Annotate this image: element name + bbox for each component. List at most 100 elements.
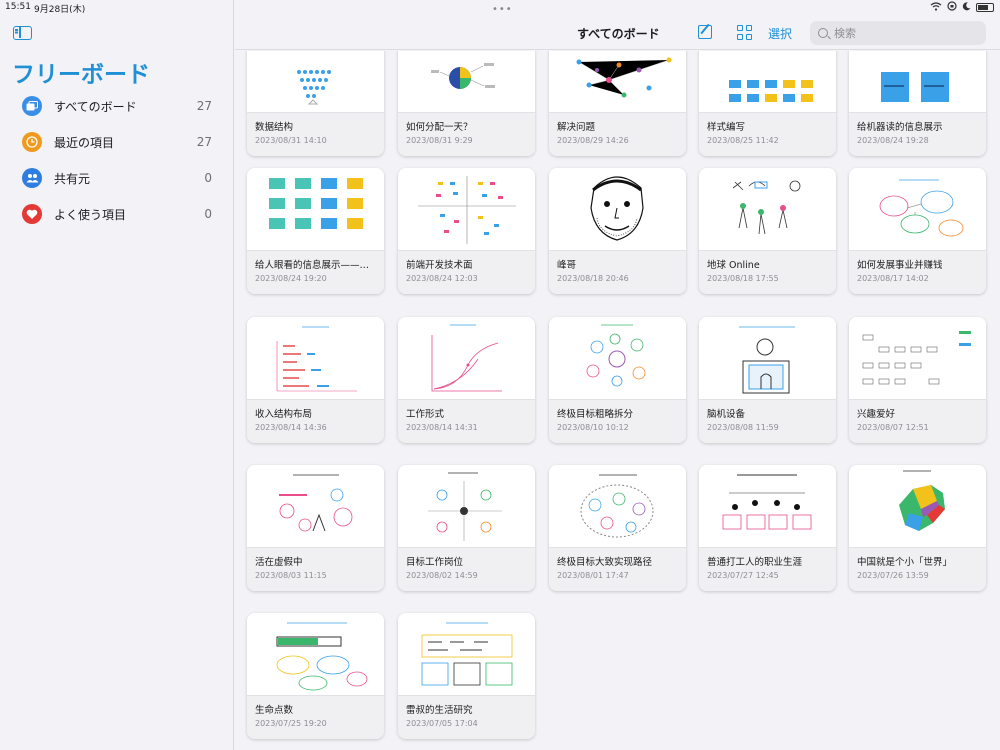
- board-date: 2023/08/14 14:31: [406, 423, 478, 432]
- board-card[interactable]: 地球 Online 2023/08/18 17:55: [699, 168, 836, 294]
- board-date: 2023/08/18 20:46: [557, 274, 629, 283]
- sidebar-item-label: よく使う項目: [54, 207, 127, 222]
- board-card[interactable]: 给机器读的信息展示 2023/08/24 19:28: [849, 51, 986, 156]
- sidebar-item-favorites[interactable]: よく使う項目 0: [0, 196, 234, 232]
- board-thumbnail: [549, 51, 686, 112]
- select-button[interactable]: 選択: [768, 25, 792, 42]
- board-card[interactable]: 目标工作岗位 2023/08/02 14:59: [398, 465, 535, 591]
- board-meta: 终极目标粗略拆分 2023/08/10 10:12: [549, 399, 686, 443]
- board-card[interactable]: 数据结构 2023/08/31 14:10: [247, 51, 384, 156]
- board-card[interactable]: 峰哥 2023/08/18 20:46: [549, 168, 686, 294]
- board-meta: 终极目标大致实现路径 2023/08/01 17:47: [549, 547, 686, 591]
- sidebar: フリーボード すべてのボード 27 最近の項目 27 共有元 0 よく使う項目 …: [0, 0, 234, 750]
- status-indicators: [930, 1, 994, 14]
- board-card[interactable]: 活在虚假中 2023/08/03 11:15: [247, 465, 384, 591]
- board-thumbnail: [549, 465, 686, 547]
- sidebar-item-all-boards[interactable]: すべてのボード 27: [0, 88, 234, 124]
- board-meta: 如何发展事业并赚钱 2023/08/17 14:02: [849, 250, 986, 294]
- sidebar-item-shared[interactable]: 共有元 0: [0, 160, 234, 196]
- search-icon: [818, 28, 828, 38]
- board-title: 数据结构: [255, 122, 294, 133]
- lock-rotation-icon: [947, 1, 957, 14]
- board-title: 地球 Online: [707, 260, 760, 271]
- board-date: 2023/08/14 14:36: [255, 423, 327, 432]
- board-card[interactable]: 脑机设备 2023/08/08 11:59: [699, 317, 836, 443]
- board-title: 解决问题: [557, 122, 596, 133]
- board-date: 2023/08/29 14:26: [557, 136, 629, 145]
- board-meta: 如何分配一天？ 2023/08/31 9:29: [398, 112, 535, 156]
- board-card[interactable]: 工作形式 2023/08/14 14:31: [398, 317, 535, 443]
- board-card[interactable]: 普通打工人的职业生涯 2023/07/27 12:45: [699, 465, 836, 591]
- board-thumbnail: [398, 465, 535, 547]
- board-meta: 目标工作岗位 2023/08/02 14:59: [398, 547, 535, 591]
- board-card[interactable]: 收入结构布局 2023/08/14 14:36: [247, 317, 384, 443]
- sidebar-toggle-icon[interactable]: [13, 26, 32, 40]
- board-card[interactable]: 兴趣爱好 2023/08/07 12:51: [849, 317, 986, 443]
- board-date: 2023/08/24 19:20: [255, 274, 327, 283]
- board-thumbnail: [398, 317, 535, 399]
- board-meta: 收入结构布局 2023/08/14 14:36: [247, 399, 384, 443]
- board-meta: 前端开发技术面 2023/08/24 12:03: [398, 250, 535, 294]
- board-title: 脑机设备: [707, 409, 746, 420]
- sidebar-item-recent[interactable]: 最近の項目 27: [0, 124, 234, 160]
- board-thumbnail: [398, 613, 535, 695]
- board-title: 普通打工人的职业生涯: [707, 557, 803, 568]
- app-title: フリーボード: [12, 62, 150, 88]
- sidebar-item-label: 最近の項目: [54, 135, 115, 150]
- board-date: 2023/08/07 12:51: [857, 423, 929, 432]
- board-title: 样式编写: [707, 122, 746, 133]
- clock-icon: [22, 132, 42, 152]
- board-date: 2023/08/24 19:28: [857, 136, 929, 145]
- board-meta: 普通打工人的职业生涯 2023/07/27 12:45: [699, 547, 836, 591]
- board-thumbnail: [849, 168, 986, 250]
- status-date: 9月28日(木): [34, 5, 86, 15]
- board-thumbnail: [699, 317, 836, 399]
- board-date: 2023/08/01 17:47: [557, 571, 629, 580]
- page-title: すべてのボード: [577, 27, 660, 41]
- board-date: 2023/08/31 9:29: [406, 136, 473, 145]
- board-thumbnail: [247, 168, 384, 250]
- board-card[interactable]: 终极目标大致实现路径 2023/08/01 17:47: [549, 465, 686, 591]
- board-meta: 给人眼看的信息展示——… 2023/08/24 19:20: [247, 250, 384, 294]
- search-input[interactable]: [834, 26, 974, 40]
- board-title: 收入结构布局: [255, 409, 313, 420]
- new-board-icon[interactable]: [698, 25, 712, 39]
- board-thumbnail: [549, 168, 686, 250]
- board-meta: 工作形式 2023/08/14 14:31: [398, 399, 535, 443]
- board-thumbnail: [247, 465, 384, 547]
- board-thumbnail: [699, 51, 836, 112]
- board-card[interactable]: 解决问题 2023/08/29 14:26: [549, 51, 686, 156]
- board-thumbnail: [247, 51, 384, 112]
- board-title: 终极目标大致实现路径: [557, 557, 653, 568]
- board-card[interactable]: 如何分配一天？ 2023/08/31 9:29: [398, 51, 535, 156]
- board-title: 如何分配一天？: [406, 122, 473, 133]
- board-date: 2023/07/27 12:45: [707, 571, 779, 580]
- board-meta: 活在虚假中 2023/08/03 11:15: [247, 547, 384, 591]
- sidebar-nav: すべてのボード 27 最近の項目 27 共有元 0 よく使う項目 0: [0, 88, 234, 232]
- board-meta: 兴趣爱好 2023/08/07 12:51: [849, 399, 986, 443]
- boards-icon: [22, 96, 42, 116]
- status-bar: 15:51 9月28日(木): [0, 0, 1000, 16]
- board-card[interactable]: 生命点数 2023/07/25 19:20: [247, 613, 384, 739]
- board-meta: 峰哥 2023/08/18 20:46: [549, 250, 686, 294]
- board-title: 生命点数: [255, 705, 294, 716]
- board-card[interactable]: 中国就是个小「世界」 2023/07/26 13:59: [849, 465, 986, 591]
- board-thumbnail: [699, 168, 836, 250]
- board-date: 2023/08/17 14:02: [857, 274, 929, 283]
- board-title: 活在虚假中: [255, 557, 303, 568]
- grid-view-icon[interactable]: [737, 25, 752, 40]
- board-card[interactable]: 终极目标粗略拆分 2023/08/10 10:12: [549, 317, 686, 443]
- board-card[interactable]: 给人眼看的信息展示——… 2023/08/24 19:20: [247, 168, 384, 294]
- board-date: 2023/08/24 12:03: [406, 274, 478, 283]
- board-card[interactable]: 如何发展事业并赚钱 2023/08/17 14:02: [849, 168, 986, 294]
- board-card[interactable]: 样式编写 2023/08/25 11:42: [699, 51, 836, 156]
- board-card[interactable]: 前端开发技术面 2023/08/24 12:03: [398, 168, 535, 294]
- board-card[interactable]: 雷叔的生活研究 2023/07/05 17:04: [398, 613, 535, 739]
- board-meta: 雷叔的生活研究 2023/07/05 17:04: [398, 695, 535, 739]
- board-date: 2023/07/05 17:04: [406, 719, 478, 728]
- board-title: 兴趣爱好: [857, 409, 896, 420]
- board-meta: 给机器读的信息展示 2023/08/24 19:28: [849, 112, 986, 156]
- board-thumbnail: [247, 317, 384, 399]
- search-field[interactable]: [810, 21, 986, 45]
- status-time: 15:51: [5, 2, 31, 12]
